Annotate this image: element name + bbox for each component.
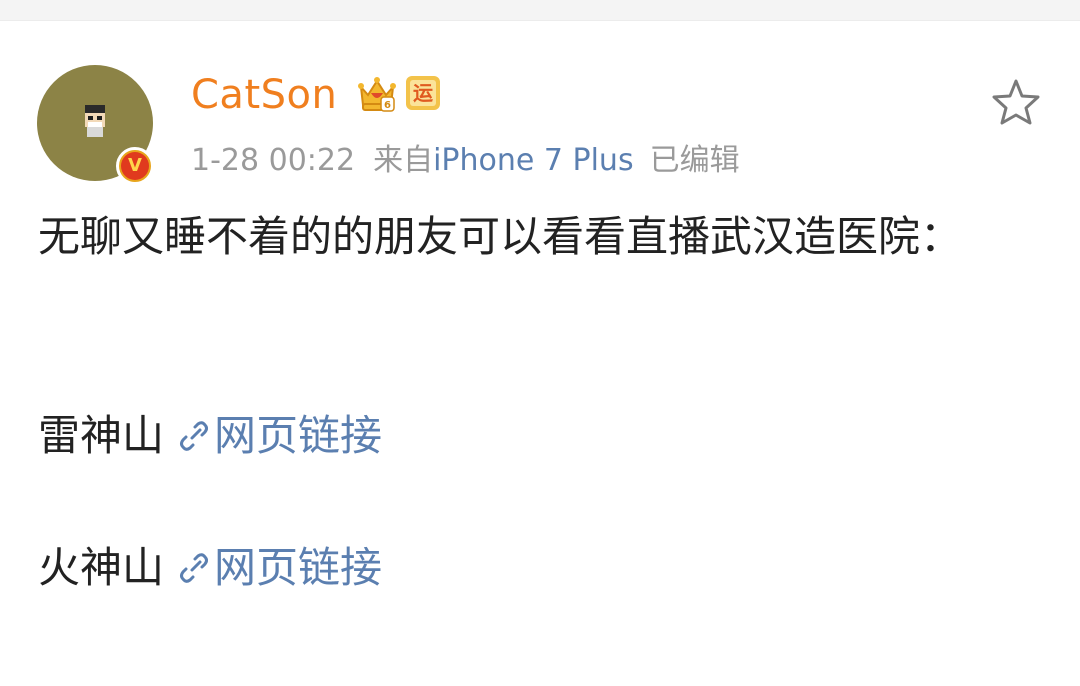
username[interactable]: CatSon [191, 72, 337, 118]
link-icon [180, 421, 209, 451]
source-prefix: 来自 [373, 143, 434, 178]
web-link-label: 网页链接 [214, 543, 383, 592]
verified-badge: V [116, 147, 154, 185]
post-meta: 1-28 00:22 来自iPhone 7 Plus 已编辑 [191, 143, 740, 179]
link-line-huoshenshan: 火神山 网页链接 [38, 539, 382, 597]
verified-label: V [121, 152, 149, 180]
link-line-name: 火神山 [38, 543, 165, 592]
post-body-text: 无聊又睡不着的的朋友可以看看直播武汉造医院： [38, 212, 963, 261]
top-divider [0, 0, 1080, 21]
web-link-huoshenshan[interactable]: 网页链接 [178, 539, 382, 597]
avatar[interactable]: V [37, 65, 154, 185]
post-time: 1-28 00:22 [191, 143, 356, 178]
link-line-leishenshan: 雷神山 网页链接 [38, 407, 382, 465]
web-link-label: 网页链接 [214, 411, 383, 460]
source-device-link[interactable]: iPhone 7 Plus [433, 143, 634, 178]
edited-label[interactable]: 已编辑 [650, 143, 740, 178]
crown-vip-icon[interactable]: 6 [357, 73, 397, 115]
weibo-post-card: V CatSon 6 运 1-28 00:22 来自iPhone 7 Plus 已编… [0, 21, 1080, 686]
yun-badge[interactable]: 运 [406, 76, 440, 110]
avatar-figure-icon [85, 105, 105, 137]
link-line-name: 雷神山 [38, 411, 165, 460]
yun-badge-label: 运 [410, 80, 436, 106]
svg-text:6: 6 [384, 100, 391, 111]
web-link-leishenshan[interactable]: 网页链接 [178, 407, 382, 465]
favorite-star-icon[interactable] [990, 77, 1042, 127]
link-icon [180, 553, 209, 583]
